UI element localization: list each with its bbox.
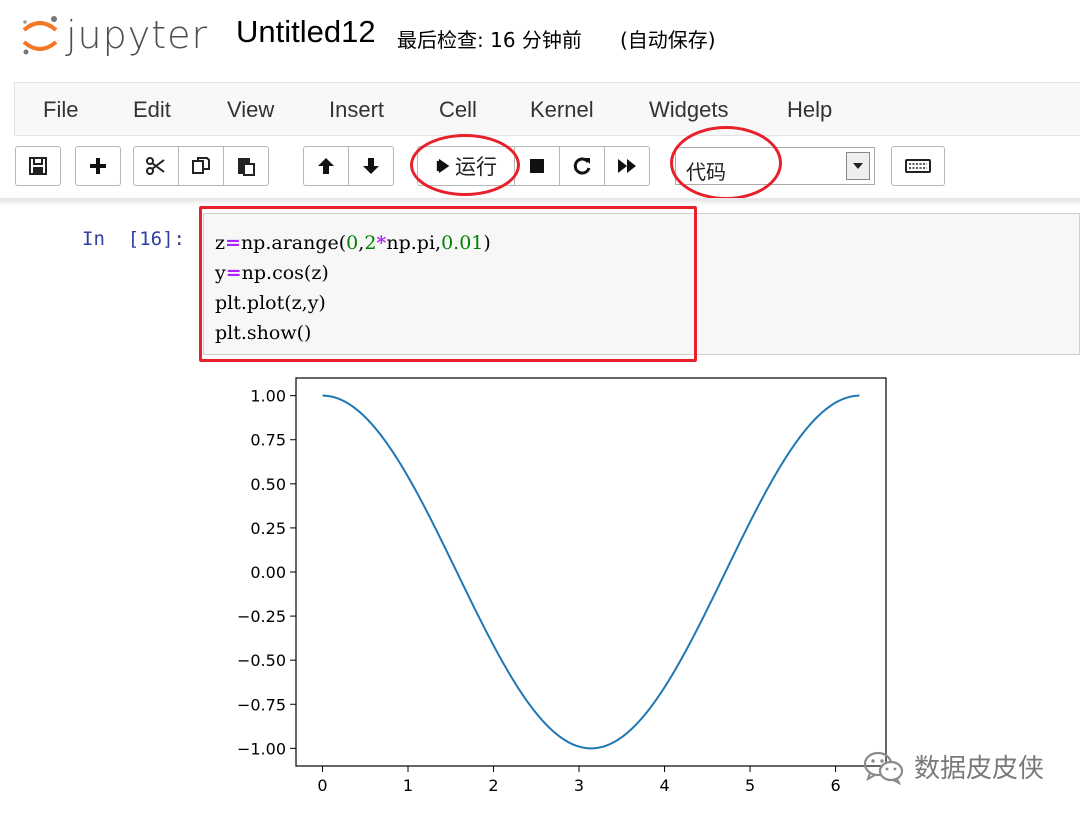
y-tick-label: −0.75	[237, 695, 286, 714]
code-line: plt.plot(z,y)	[215, 292, 326, 314]
x-tick-label: 0	[317, 776, 327, 795]
y-tick-label: 0.50	[250, 475, 286, 494]
step-forward-icon	[436, 158, 450, 174]
menu-widgets[interactable]: Widgets	[649, 97, 728, 123]
cell-type-select[interactable]: 代码	[675, 147, 875, 185]
notebook-name[interactable]: Untitled12	[236, 14, 376, 50]
y-tick-label: −0.50	[237, 651, 286, 670]
insert-cell-button[interactable]	[75, 146, 121, 186]
y-tick-label: 0.75	[250, 431, 286, 450]
toolbar-group-run: 运行	[417, 146, 650, 186]
copy-icon	[192, 157, 210, 174]
x-tick-label: 6	[830, 776, 840, 795]
y-tick-label: −1.00	[237, 739, 286, 758]
y-tick-label: 1.00	[250, 387, 286, 406]
code-line: z=np.arange(0,2*np.pi,0.01)	[215, 232, 491, 254]
watermark-text: 数据皮皮侠	[914, 754, 1045, 784]
menu-file[interactable]: File	[43, 97, 78, 123]
menu-help[interactable]: Help	[787, 97, 832, 123]
menu-insert[interactable]: Insert	[329, 97, 384, 123]
wechat-icon	[863, 751, 904, 785]
toolbar-group-save	[15, 146, 61, 186]
keyboard-icon	[905, 159, 931, 173]
save-icon	[29, 157, 47, 175]
code-line: plt.show()	[215, 322, 312, 344]
code-line: y=np.cos(z)	[215, 262, 329, 284]
run-all-button[interactable]	[604, 146, 650, 186]
y-tick-label: 0.00	[250, 563, 286, 582]
header: jupyter Untitled12 最后检查: 16 分钟前 (自动保存)	[0, 0, 1080, 80]
cut-icon	[146, 157, 165, 175]
menu-cell[interactable]: Cell	[439, 97, 477, 123]
plot-frame	[295, 377, 887, 767]
move-down-button[interactable]	[348, 146, 394, 186]
jupyter-logo[interactable]: jupyter	[18, 10, 208, 60]
arrow-up-icon	[318, 158, 334, 174]
arrow-down-icon	[363, 158, 379, 174]
checkpoint-status: 最后检查: 16 分钟前	[397, 28, 582, 52]
dropdown-arrow[interactable]	[846, 152, 870, 180]
toolbar-group-move	[303, 146, 394, 186]
paste-icon	[238, 158, 255, 176]
jupyter-logo-icon	[22, 16, 58, 55]
x-tick-label: 3	[574, 776, 584, 795]
copy-button[interactable]	[178, 146, 224, 186]
move-up-button[interactable]	[303, 146, 349, 186]
menu-kernel[interactable]: Kernel	[530, 97, 594, 123]
menu-edit[interactable]: Edit	[133, 97, 171, 123]
cosine-line-chart: 1.00 0.75 0.50 0.25 0.00 −0.25 −0.50 −0.75 −1.00…	[237, 377, 887, 795]
run-label: 运行	[455, 155, 497, 179]
logo-text: jupyter	[66, 13, 209, 57]
restart-button[interactable]	[559, 146, 605, 186]
run-button[interactable]: 运行	[417, 146, 515, 186]
toolbar-group-insert	[75, 146, 121, 186]
menubar: File Edit View Insert Cell Kernel Widget…	[14, 82, 1080, 136]
x-tick-label: 5	[745, 776, 755, 795]
toolbar-group-keyboard	[891, 146, 945, 186]
fast-forward-icon	[618, 159, 636, 173]
command-palette-button[interactable]	[891, 146, 945, 186]
cut-button[interactable]	[133, 146, 179, 186]
watermark: 数据皮皮侠	[862, 748, 1044, 785]
restart-icon	[573, 157, 591, 175]
menu-view[interactable]: View	[227, 97, 274, 123]
autosave-status: (自动保存)	[620, 28, 716, 52]
toolbar-group-edit	[133, 146, 269, 186]
save-button[interactable]	[15, 146, 61, 186]
plus-icon	[90, 158, 106, 174]
x-tick-label: 2	[488, 776, 498, 795]
toolbar: 运行	[0, 140, 1080, 198]
input-prompt: In [16]:	[82, 228, 185, 250]
stop-icon	[530, 159, 544, 173]
x-tick-label: 4	[659, 776, 669, 795]
cell-type-value: 代码	[686, 160, 726, 184]
y-tick-label: −0.25	[237, 607, 286, 626]
toolbar-shadow	[0, 198, 1080, 206]
code-editor[interactable]: z=np.arange(0,2*np.pi,0.01) y=np.cos(z) pl…	[215, 228, 491, 348]
y-tick-label: 0.25	[250, 519, 286, 538]
paste-button[interactable]	[223, 146, 269, 186]
chevron-down-icon	[853, 163, 863, 169]
interrupt-button[interactable]	[514, 146, 560, 186]
x-tick-label: 1	[403, 776, 413, 795]
